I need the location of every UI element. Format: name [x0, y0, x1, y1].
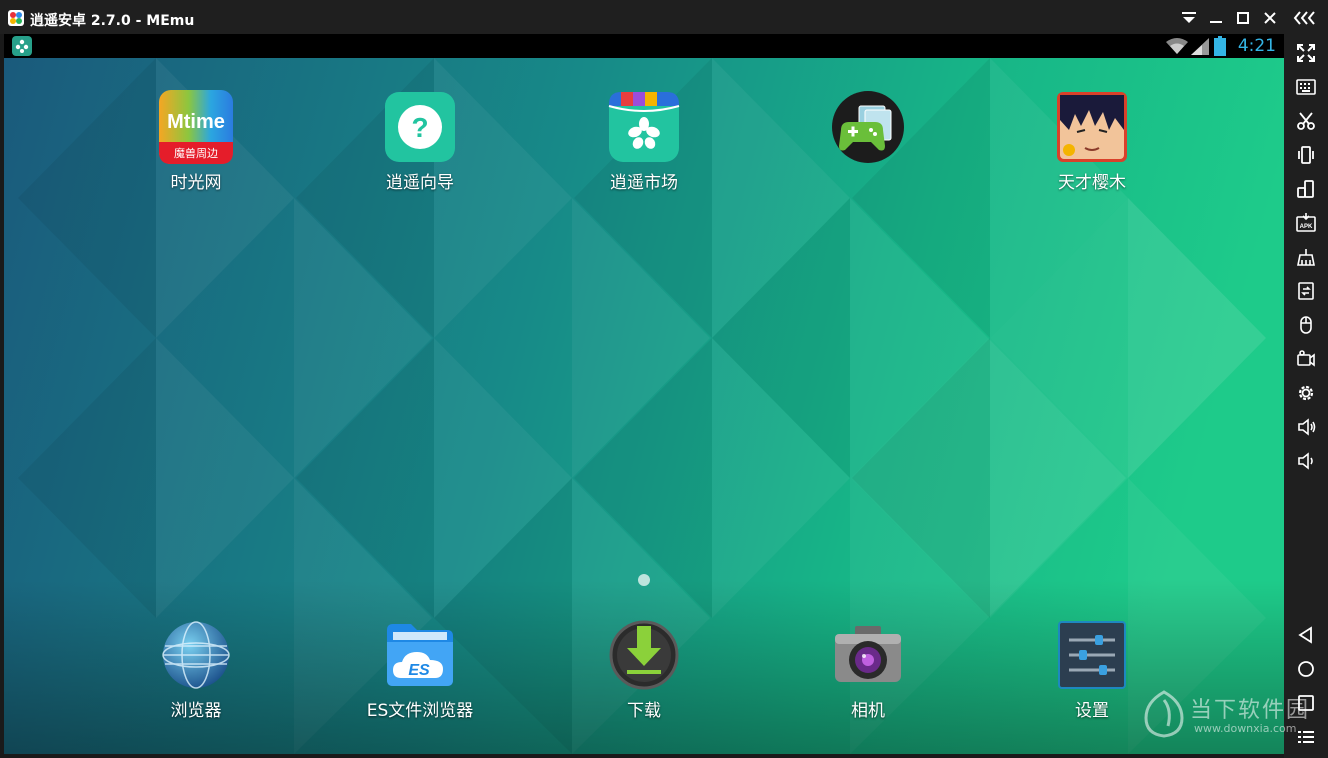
camera-icon [831, 618, 905, 692]
collapse-sidebar-icon[interactable] [1290, 8, 1320, 28]
chevron-down-icon [1182, 12, 1196, 23]
app-label: 下载 [627, 701, 661, 721]
battery-icon [1214, 36, 1226, 56]
keyboard-mapping-button[interactable] [1292, 74, 1320, 100]
svg-text:?: ? [411, 112, 428, 143]
app-label: 逍遥市场 [610, 173, 678, 193]
es-folder-icon: ES [383, 618, 457, 692]
app-game-center[interactable] [798, 90, 938, 168]
app-browser[interactable]: 浏览器 [126, 618, 266, 721]
watermark-url: www.downxia.com [1194, 722, 1297, 735]
download-icon [607, 618, 681, 692]
app-label: 逍遥向导 [386, 173, 454, 193]
app-label: 相机 [851, 701, 885, 721]
market-icon [607, 90, 681, 164]
clean-button[interactable] [1292, 244, 1320, 270]
minimize-icon [1210, 21, 1222, 23]
gear-icon [1298, 385, 1314, 401]
app-mtime[interactable]: Mtime 魔兽周边 时光网 [126, 90, 266, 193]
keyboard-icon [1296, 79, 1316, 95]
maximize-button[interactable] [1232, 8, 1254, 28]
svg-text:Mtime: Mtime [167, 111, 225, 133]
broom-icon [1297, 249, 1315, 266]
watermark-name: 当下软件园 [1190, 698, 1311, 723]
status-bar: 4:21 [4, 34, 1284, 58]
record-button[interactable] [1292, 346, 1320, 372]
video-record-icon [1297, 350, 1315, 367]
close-button[interactable] [1259, 8, 1281, 28]
mouse-button[interactable] [1292, 312, 1320, 338]
settings-sliders-icon [1055, 618, 1129, 692]
dropdown-menu-button[interactable] [1178, 8, 1200, 28]
back-triangle-icon [1298, 626, 1312, 644]
close-icon [1264, 12, 1276, 24]
anime-game-icon [1055, 90, 1129, 164]
help-guide-icon: ? [383, 90, 457, 164]
install-apk-button[interactable]: APK [1292, 210, 1320, 236]
game-center-icon [831, 90, 905, 164]
side-toolbar: APK [1284, 34, 1328, 758]
mouse-icon [1300, 316, 1312, 334]
app-downloads[interactable]: 下载 [574, 618, 714, 721]
mtime-icon: Mtime 魔兽周边 [159, 90, 233, 164]
app-label: 时光网 [170, 173, 222, 193]
android-screen[interactable]: 4:21 Mtime 魔兽周边 时光网 ? 逍遥向导 逍遥市场 天才樱木 浏览器… [4, 34, 1284, 754]
signal-icon [1191, 38, 1209, 55]
downxia-logo-icon [1144, 690, 1184, 738]
fullscreen-icon [1297, 44, 1315, 62]
app-camera[interactable]: 相机 [798, 618, 938, 721]
memu-notification-icon [12, 36, 32, 56]
emulator-window: 逍遥安卓 2.7.0 - MEmu 4:21 Mtime 魔兽周边 时光网 ? … [0, 0, 1328, 758]
shake-phone-icon [1298, 146, 1314, 164]
app-label: 浏览器 [170, 701, 222, 721]
svg-text:APK: APK [1300, 224, 1313, 230]
home-button[interactable] [1292, 656, 1320, 682]
rotate-button[interactable] [1292, 176, 1320, 202]
title-bar[interactable]: 逍遥安卓 2.7.0 - MEmu [0, 0, 1328, 34]
page-indicator[interactable] [638, 574, 650, 586]
memu-logo-icon [8, 10, 24, 26]
app-guide[interactable]: ? 逍遥向导 [350, 90, 490, 193]
volume-up-button[interactable] [1292, 414, 1320, 440]
scissors-icon [1297, 112, 1315, 130]
volume-down-icon [1298, 452, 1313, 470]
watermark: 当下软件园 www.downxia.com [1140, 688, 1310, 740]
maximize-icon [1237, 12, 1249, 24]
settings-button[interactable] [1292, 380, 1320, 406]
app-es-file-explorer[interactable]: ES ES文件浏览器 [350, 618, 490, 721]
globe-icon [159, 618, 233, 692]
shake-button[interactable] [1292, 142, 1320, 168]
app-tiancai-yingmu[interactable]: 天才樱木 [1022, 90, 1162, 193]
app-label: 天才樱木 [1058, 173, 1126, 193]
fullscreen-button[interactable] [1292, 40, 1320, 66]
back-button[interactable] [1292, 622, 1320, 648]
home-circle-icon [1298, 661, 1314, 677]
wifi-icon [1166, 38, 1188, 54]
svg-text:魔兽周边: 魔兽周边 [174, 146, 218, 160]
status-time: 4:21 [1237, 36, 1276, 56]
screenshot-button[interactable] [1292, 108, 1320, 134]
svg-text:ES: ES [408, 662, 430, 679]
volume-up-icon [1298, 418, 1316, 436]
volume-down-button[interactable] [1292, 448, 1320, 474]
app-label: ES文件浏览器 [366, 701, 474, 721]
share-file-button[interactable] [1292, 278, 1320, 304]
apk-icon: APK [1296, 213, 1316, 232]
rotate-screen-icon [1297, 180, 1314, 198]
app-market[interactable]: 逍遥市场 [574, 90, 714, 193]
minimize-button[interactable] [1205, 8, 1227, 28]
file-transfer-icon [1298, 282, 1314, 300]
window-title: 逍遥安卓 2.7.0 - MEmu [30, 13, 195, 29]
